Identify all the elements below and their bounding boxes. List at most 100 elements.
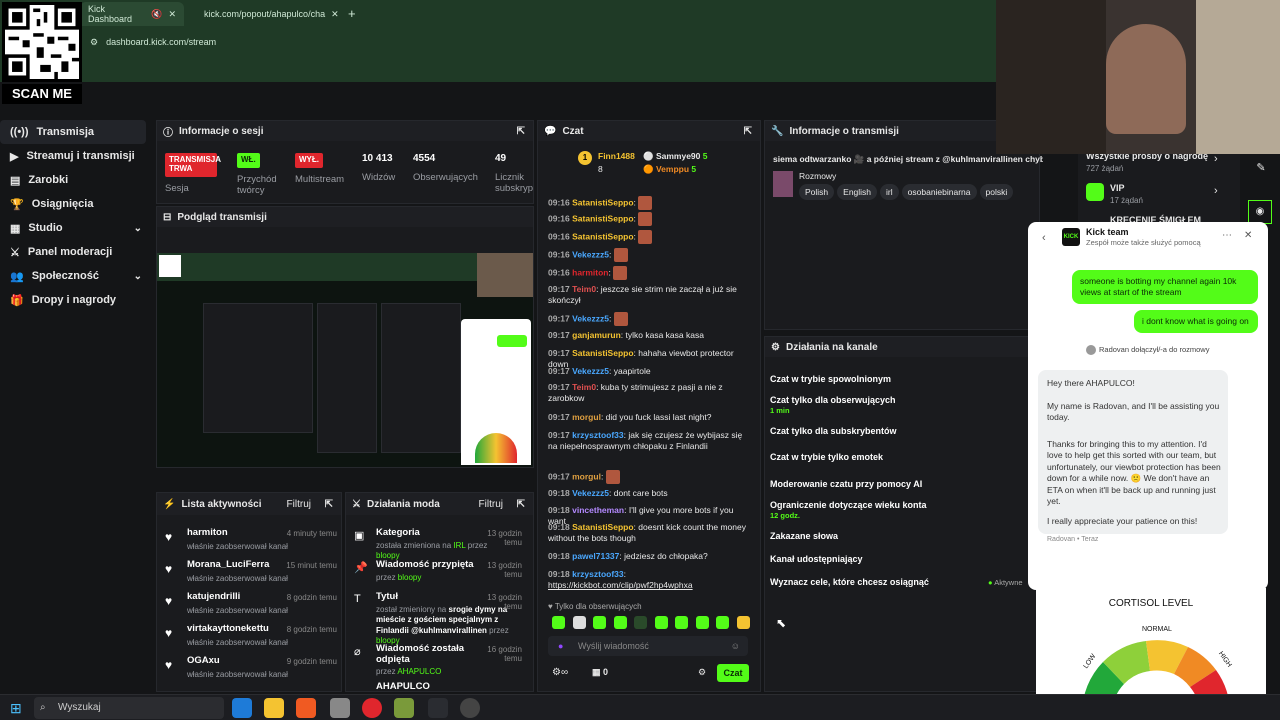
chat-username[interactable]: krzysztoof33 (572, 569, 624, 579)
brave-icon[interactable] (296, 698, 316, 718)
chat-username[interactable]: Vekezzz5 (572, 313, 609, 323)
channel-action-goals[interactable]: Wyznacz cele, które chcesz osiągnąć (770, 577, 929, 587)
chat-username[interactable]: harmiton (572, 267, 608, 277)
emote-button[interactable] (572, 616, 586, 629)
emoji-icon[interactable]: ☺ (731, 636, 740, 656)
close-icon[interactable]: ✕ (168, 9, 176, 20)
url-bar[interactable]: ⚙ dashboard.kick.com/stream (84, 32, 994, 52)
minecraft-icon[interactable] (394, 698, 414, 718)
chat-username[interactable]: Vekezzz5 (572, 488, 609, 498)
sidebar-item-streamuj[interactable]: ▶ Streamuj i transmisji (0, 144, 152, 168)
chat-username[interactable]: Vekezzz5 (572, 366, 609, 376)
windows-start-icon[interactable]: ⊞ (10, 700, 22, 717)
follower-name[interactable]: Morana_LuciFerra (187, 559, 269, 570)
top-gifter-2[interactable]: ⚪ Sammye90 5 (643, 151, 707, 162)
camera-icon[interactable]: ◉ (1248, 200, 1272, 224)
edit-icon[interactable]: ✎ (1248, 155, 1274, 181)
chat-text[interactable]: https://kickbot.com/clip/pwf2hp4wphxa (548, 580, 693, 590)
top-gifter-3[interactable]: 🟠 Vemppu 5 (643, 164, 696, 175)
settings-icon[interactable]: ⚙ (698, 667, 706, 678)
stream-preview-video[interactable] (157, 253, 533, 467)
chat-username[interactable]: SatanistiSeppo (572, 213, 633, 223)
obs-icon[interactable] (460, 698, 480, 718)
channel-action-subs-only[interactable]: Czat tylko dla subskrybentów (770, 426, 897, 436)
popout-icon[interactable]: ⇱ (325, 499, 333, 510)
mute-icon[interactable]: 🔇 (151, 9, 162, 20)
chrome-icon[interactable] (362, 698, 382, 718)
emote-button[interactable] (634, 616, 647, 629)
emote-button[interactable] (552, 616, 565, 629)
emote-button[interactable] (675, 616, 688, 629)
chat-username[interactable]: morgul (572, 412, 601, 422)
chat-username[interactable]: SatanistiSeppo (572, 231, 633, 241)
channel-action-banned-words[interactable]: Zakazane słowa (770, 531, 838, 541)
send-chat-button[interactable]: Czat (717, 664, 749, 682)
follower-name[interactable]: katujendrilli (187, 591, 240, 602)
chat-username[interactable]: Teim0 (572, 284, 596, 294)
tab-kick-popout[interactable]: kick.com/popout/ahapulco/cha ✕ (190, 2, 340, 26)
app-icon[interactable] (330, 698, 350, 718)
edge-icon[interactable] (232, 698, 252, 718)
chat-username[interactable]: SatanistiSeppo (572, 348, 633, 358)
emote-button[interactable] (613, 616, 627, 629)
filter-button[interactable]: Filtruj (479, 499, 503, 510)
sidebar-item-panel-moderacji[interactable]: ⚔ Panel moderacji (0, 240, 152, 264)
sidebar-item-spolecznosc[interactable]: 👥 Społeczność ⌄ (0, 264, 152, 288)
popout-icon[interactable]: ⇱ (517, 499, 525, 510)
tag-chip[interactable]: osobaniebinarna (901, 184, 977, 200)
popout-icon[interactable]: ⇱ (744, 126, 752, 137)
chat-username[interactable]: SatanistiSeppo (572, 197, 633, 207)
follower-name[interactable]: virtakayttonekettu (187, 623, 269, 634)
desc-user[interactable]: bloopy (398, 573, 422, 582)
sidebar-item-dropy[interactable]: 🎁 Dropy i nagrody (0, 288, 152, 312)
tag-chip[interactable]: irl (880, 184, 899, 200)
channel-action-host[interactable]: Kanał udostępniający (770, 554, 863, 564)
chat-input[interactable]: Wyślij wiadomość ☺ ● (548, 636, 748, 656)
tag-chip[interactable]: Polish (799, 184, 835, 200)
chat-username[interactable]: Vekezzz5 (572, 249, 609, 259)
emote-button[interactable] (654, 616, 668, 629)
tab-kick-dashboard[interactable]: Kick Dashboard 🔇 ✕ (80, 2, 184, 26)
sidebar-item-transmisja[interactable]: ((•)) Transmisja (0, 120, 146, 144)
back-icon[interactable]: ‹ (1042, 232, 1046, 244)
emote-button[interactable] (593, 616, 606, 629)
top-gifter-name[interactable]: Finn1488 (598, 151, 635, 161)
desc-user[interactable]: AHAPULCO (397, 667, 441, 676)
sidebar-item-studio[interactable]: ▦ Studio ⌄ (0, 216, 152, 240)
rewards-icon[interactable]: ⚙∞ (552, 667, 568, 678)
site-info-icon[interactable]: ⚙ (90, 37, 98, 48)
new-tab-icon[interactable]: + (348, 6, 356, 21)
channel-action-emote-only[interactable]: Czat w trybie tylko emotek (770, 452, 883, 462)
follower-name[interactable]: OGAxu (187, 655, 220, 666)
chat-username[interactable]: krzysztoof33 (572, 430, 624, 440)
kick-app-icon[interactable] (428, 698, 448, 718)
chat-username[interactable]: pawel71337 (572, 551, 619, 561)
follower-name[interactable]: harmiton (187, 527, 228, 538)
close-icon[interactable]: ✕ (331, 9, 339, 20)
filter-button[interactable]: Filtruj (287, 499, 311, 510)
emote-button[interactable] (695, 616, 709, 629)
tag-chip[interactable]: polski (979, 184, 1014, 200)
emote-button[interactable] (736, 616, 750, 629)
file-explorer-icon[interactable] (264, 698, 284, 718)
chat-username[interactable]: Teim0 (572, 382, 596, 392)
channel-action-account-age[interactable]: Ograniczenie dotyczące wieku konta 12 god… (770, 500, 927, 520)
sidebar-item-zarobki[interactable]: ▤ Zarobki (0, 168, 152, 192)
popout-icon[interactable]: ⇱ (517, 126, 525, 137)
channel-action-slow-mode[interactable]: Czat w trybie spowolnionym (770, 374, 891, 384)
channel-action-followers-only[interactable]: Czat tylko dla obserwujących 1 min (770, 395, 896, 415)
chat-username[interactable]: SatanistiSeppo (572, 522, 633, 532)
chat-username[interactable]: morgul (572, 471, 601, 481)
chat-username[interactable]: vincetheman (572, 505, 624, 515)
sidebar-item-osiagniecia[interactable]: 🏆 Osiągnięcia (0, 192, 152, 216)
tag-chip[interactable]: English (837, 184, 878, 200)
chat-username[interactable]: ganjamurun (572, 330, 621, 340)
more-icon[interactable]: ⋯ (1222, 230, 1232, 241)
mic-icon[interactable]: ● (558, 636, 563, 656)
channel-action-ai-moderation[interactable]: Moderowanie czatu przy pomocy AI (770, 479, 922, 489)
vip-reward-label[interactable]: VIP (1110, 183, 1125, 193)
emote-button[interactable] (716, 616, 729, 629)
taskbar-search[interactable]: ⌕ Wyszukaj (34, 697, 224, 719)
close-icon[interactable]: ✕ (1244, 230, 1252, 241)
chevron-right-icon[interactable]: › (1214, 153, 1218, 165)
